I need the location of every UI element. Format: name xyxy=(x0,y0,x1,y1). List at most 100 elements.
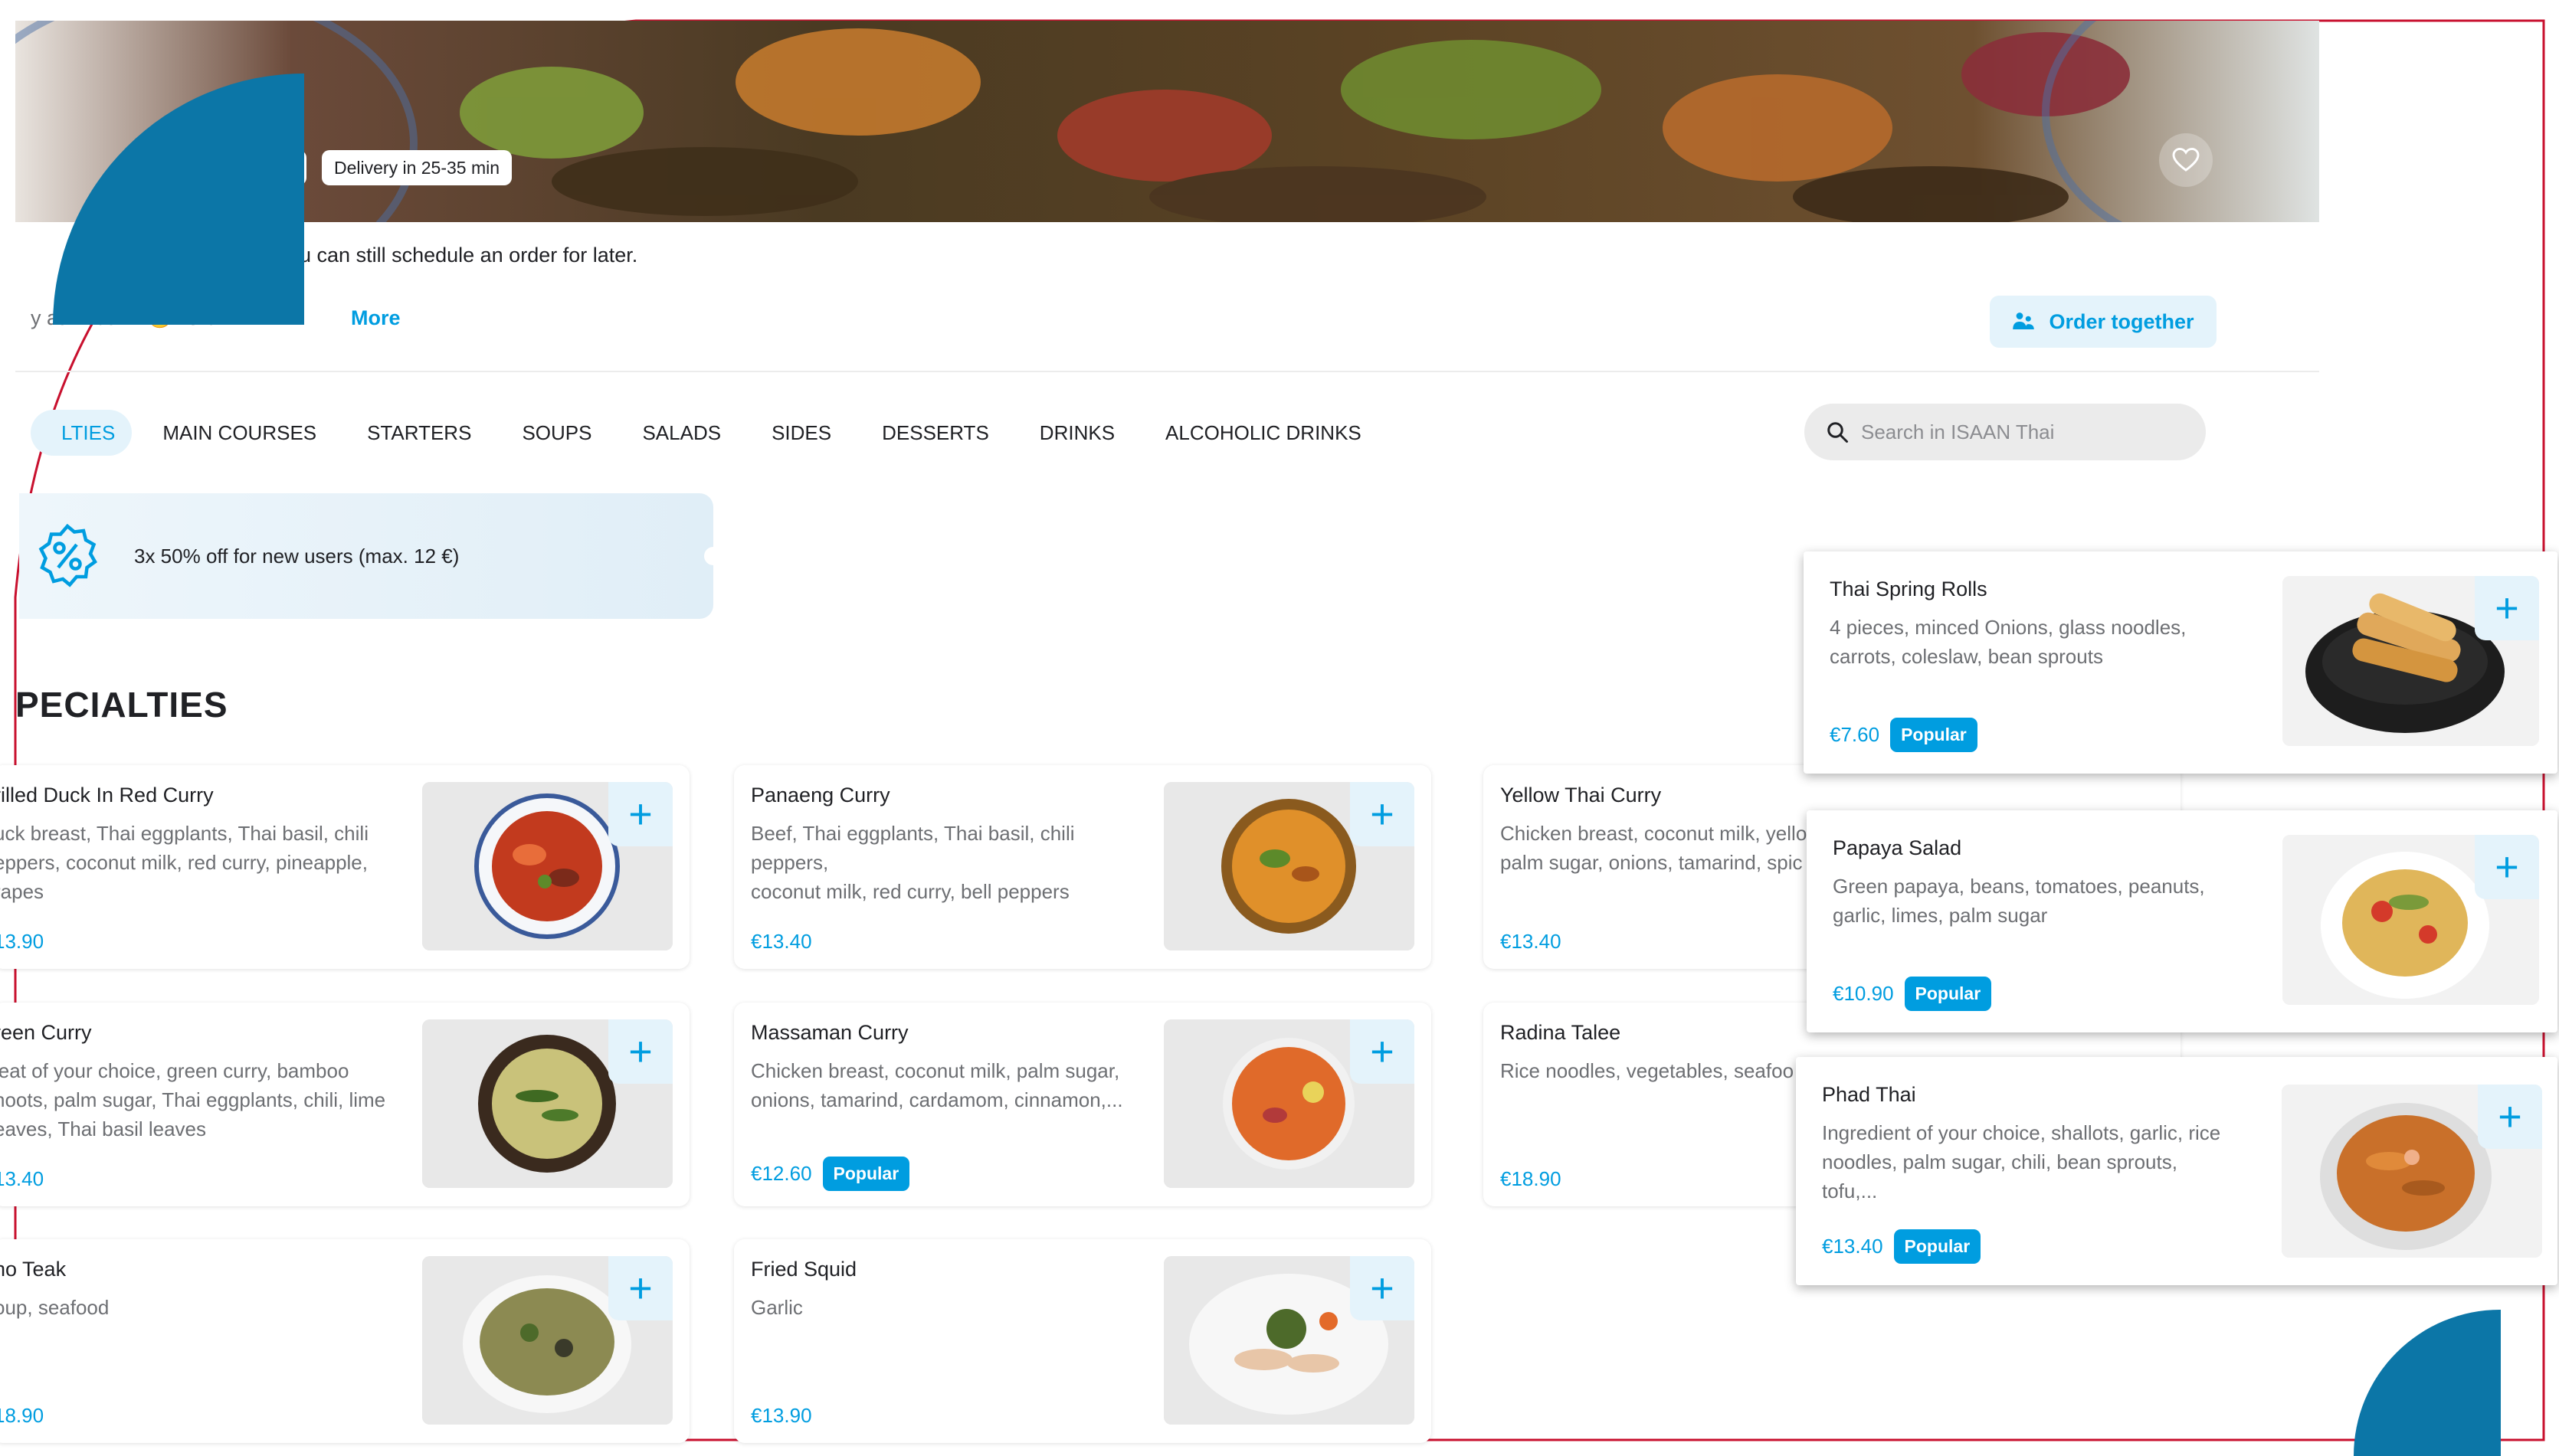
item-image: + xyxy=(422,782,673,950)
category-tabs: LTIES MAIN COURSES STARTERS SOUPS SALADS… xyxy=(31,410,1384,456)
plus-icon: + xyxy=(628,791,653,837)
item-image: + xyxy=(2282,835,2539,1005)
item-image: + xyxy=(1164,1019,1414,1188)
promo-banner[interactable]: 3x 50% off for new users (max. 12 €) xyxy=(19,493,722,619)
popular-badge: Popular xyxy=(1904,977,1992,1011)
item-name: Radina Talee xyxy=(1500,1021,1621,1044)
decorative-blob-bottom-right xyxy=(2354,1310,2501,1456)
tab-specialties[interactable]: LTIES xyxy=(31,410,133,456)
item-name: Fried Squid xyxy=(751,1258,857,1281)
tab-main-courses[interactable]: MAIN COURSES xyxy=(139,410,339,456)
item-description: Garlic xyxy=(751,1296,803,1319)
menu-item-card[interactable]: Panaeng Curry Beef, Thai eggplants, Thai… xyxy=(734,765,1431,969)
menu-item-card[interactable]: ho Teak oup, seafood 18.90 + xyxy=(0,1239,690,1443)
tab-desserts[interactable]: DESSERTS xyxy=(859,410,1012,456)
plus-icon: + xyxy=(1370,1029,1394,1075)
tab-alcoholic-drinks[interactable]: ALCOHOLIC DRINKS xyxy=(1142,410,1384,456)
menu-item-card[interactable]: reen Curry leat of your choice, green cu… xyxy=(0,1003,690,1206)
item-name: rilled Duck In Red Curry xyxy=(0,784,214,807)
item-price: €7.60 xyxy=(1830,723,1880,746)
item-description: leat of your choice, green curry, bamboo… xyxy=(0,1059,386,1140)
item-image: + xyxy=(1164,782,1414,950)
item-description: Beef, Thai eggplants, Thai basil, chili … xyxy=(751,822,1075,903)
popular-badge: Popular xyxy=(1890,718,1977,752)
plus-icon: + xyxy=(1370,1265,1394,1311)
popular-item-card[interactable]: Papaya Salad Green papaya, beans, tomato… xyxy=(1807,810,2557,1032)
search-box[interactable] xyxy=(1804,404,2206,460)
add-item-button[interactable]: + xyxy=(608,1019,673,1084)
plus-icon: + xyxy=(628,1265,653,1311)
add-item-button[interactable]: + xyxy=(1350,1256,1414,1320)
menu-item-card[interactable]: Massaman Curry Chicken breast, coconut m… xyxy=(734,1003,1431,1206)
delivery-time-badge: Delivery in 25-35 min xyxy=(322,150,513,185)
item-price: €13.40 xyxy=(1822,1235,1883,1258)
item-price: 13.40 xyxy=(0,1167,44,1190)
popular-item-card[interactable]: Phad Thai Ingredient of your choice, sha… xyxy=(1796,1057,2557,1285)
menu-item-card[interactable]: Fried Squid Garlic €13.90 + xyxy=(734,1239,1431,1443)
plus-icon: + xyxy=(2495,585,2519,631)
add-item-button[interactable]: + xyxy=(2475,835,2539,899)
item-description: oup, seafood xyxy=(0,1296,110,1319)
item-price: €13.40 xyxy=(751,930,812,953)
item-name: reen Curry xyxy=(0,1021,92,1044)
group-order-icon xyxy=(2013,312,2035,329)
hero-banner xyxy=(15,21,2319,222)
more-link[interactable]: More xyxy=(351,306,401,330)
item-price: €18.90 xyxy=(1500,1167,1561,1190)
search-icon xyxy=(1827,422,1848,443)
item-image: + xyxy=(2282,1085,2542,1258)
popular-badge: Popular xyxy=(822,1157,910,1191)
item-price: 18.90 xyxy=(0,1404,44,1427)
item-name: Papaya Salad xyxy=(1833,836,1962,859)
item-name: Panaeng Curry xyxy=(751,784,890,807)
tab-starters[interactable]: STARTERS xyxy=(344,410,494,456)
promo-text: 3x 50% off for new users (max. 12 €) xyxy=(134,544,460,568)
tab-sides[interactable]: SIDES xyxy=(749,410,854,456)
search-input[interactable] xyxy=(1861,420,2183,444)
tab-soups[interactable]: SOUPS xyxy=(499,410,614,456)
add-item-button[interactable]: + xyxy=(608,1256,673,1320)
plus-icon: + xyxy=(1370,791,1394,837)
add-item-button[interactable]: + xyxy=(1350,1019,1414,1084)
schedule-info-text: ou can still schedule an order for later… xyxy=(288,244,638,267)
item-image: + xyxy=(422,1019,673,1188)
item-name: Massaman Curry xyxy=(751,1021,909,1044)
item-name: ho Teak xyxy=(0,1258,67,1281)
item-price: €10.90 xyxy=(1833,982,1894,1005)
section-title: PECIALTIES xyxy=(15,685,228,725)
item-image: + xyxy=(2282,576,2539,746)
add-item-button[interactable]: + xyxy=(2478,1085,2542,1149)
item-price: 13.90 xyxy=(0,930,44,953)
popular-item-card[interactable]: Thai Spring Rolls 4 pieces, minced Onion… xyxy=(1804,551,2557,774)
tab-drinks[interactable]: DRINKS xyxy=(1017,410,1138,456)
popular-badge: Popular xyxy=(1893,1229,1981,1264)
plus-icon: + xyxy=(628,1029,653,1075)
item-description: 4 pieces, minced Onions, glass noodles, … xyxy=(1830,616,2187,668)
item-name: Phad Thai xyxy=(1822,1083,1916,1106)
item-price: €13.90 xyxy=(751,1404,812,1427)
item-description: Ingredient of your choice, shallots, gar… xyxy=(1822,1121,2221,1202)
item-image: + xyxy=(422,1256,673,1425)
item-price: €13.40 xyxy=(1500,930,1561,953)
order-together-button[interactable]: Order together xyxy=(1990,296,2217,348)
plus-icon: + xyxy=(2498,1094,2522,1140)
item-description: Chicken breast, coconut milk, palm sugar… xyxy=(751,1059,1123,1111)
add-item-button[interactable]: + xyxy=(608,782,673,846)
menu-item-card[interactable]: rilled Duck In Red Curry uck breast, Tha… xyxy=(0,765,690,969)
order-together-label: Order together xyxy=(2049,309,2194,333)
item-description: uck breast, Thai eggplants, Thai basil, … xyxy=(0,822,369,903)
plus-icon: + xyxy=(2495,844,2519,890)
favorite-button[interactable] xyxy=(2159,133,2213,187)
hero-food-image xyxy=(15,21,2319,222)
discount-icon xyxy=(38,523,97,587)
heart-icon xyxy=(2172,148,2200,172)
item-image: + xyxy=(1164,1256,1414,1425)
item-name: Yellow Thai Curry xyxy=(1500,784,1662,807)
add-item-button[interactable]: + xyxy=(2475,576,2539,640)
item-description: Green papaya, beans, tomatoes, peanuts, … xyxy=(1833,875,2205,927)
item-price: €12.60 xyxy=(751,1162,812,1185)
tab-salads[interactable]: SALADS xyxy=(619,410,744,456)
add-item-button[interactable]: + xyxy=(1350,782,1414,846)
item-name: Thai Spring Rolls xyxy=(1830,577,1987,600)
divider xyxy=(15,371,2319,372)
